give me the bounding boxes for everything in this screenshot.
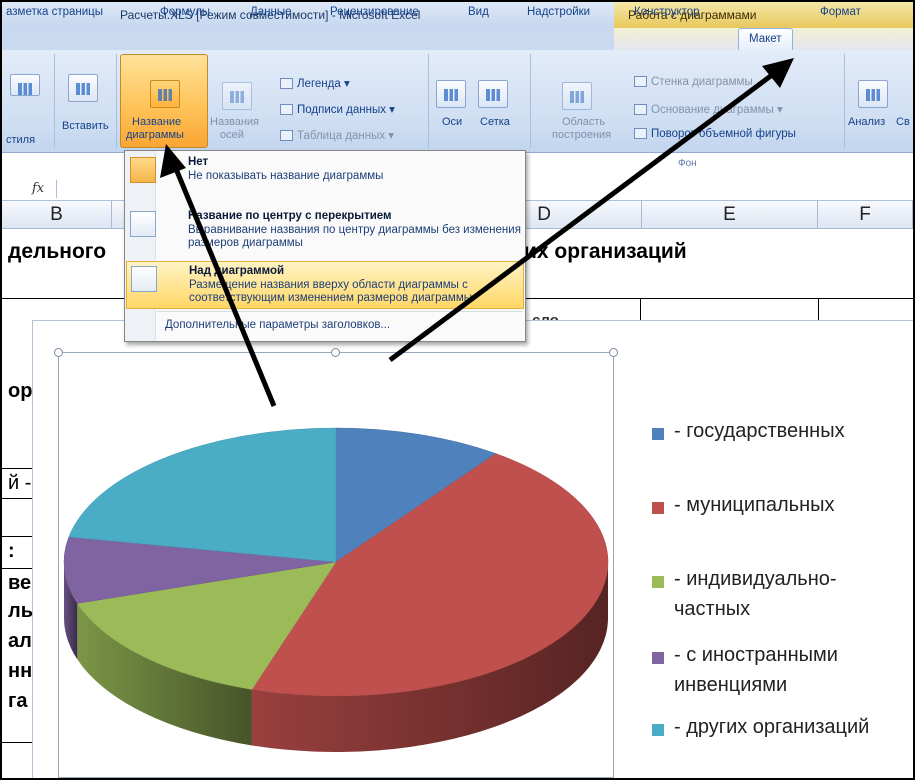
arrow-head	[762, 58, 794, 88]
arrow-line	[388, 69, 778, 363]
annotation-arrows	[160, 58, 794, 407]
arrow-line	[171, 163, 277, 407]
excel-window: Расчеты.XLS [Режим совместимости] - Micr…	[0, 0, 915, 780]
arrow-head	[160, 144, 186, 178]
